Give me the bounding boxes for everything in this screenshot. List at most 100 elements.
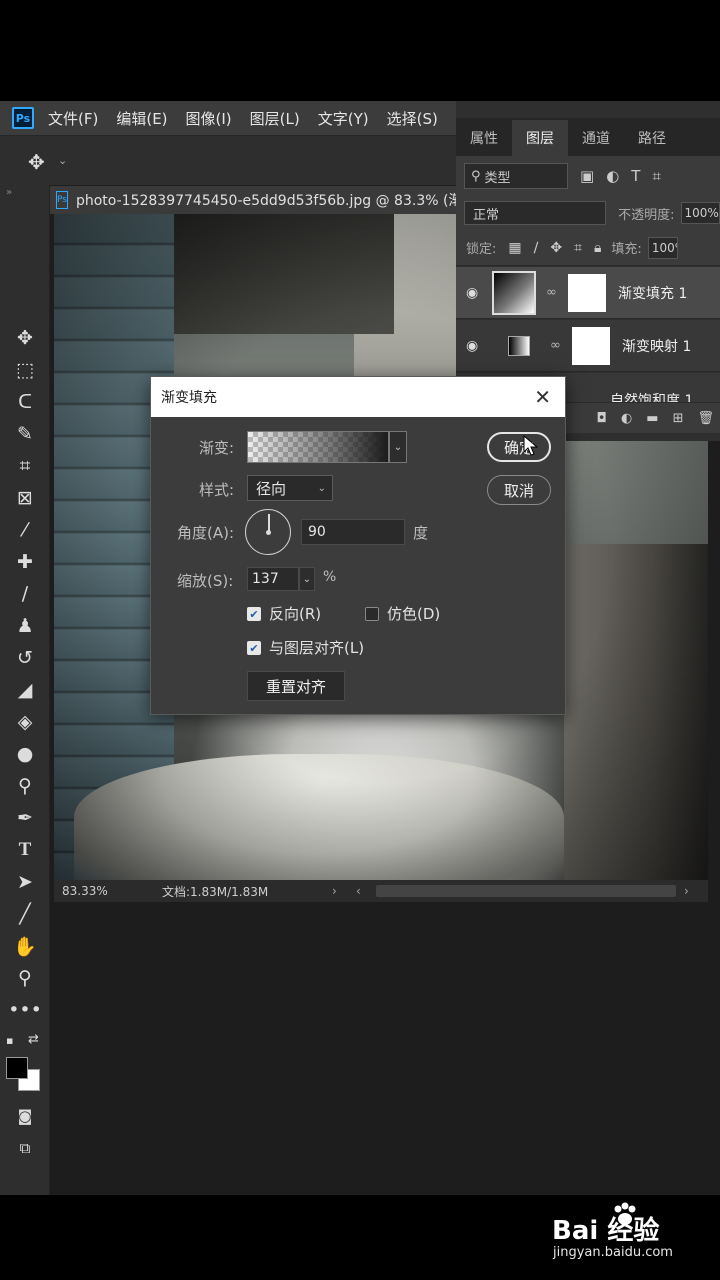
gradient-dropdown-icon[interactable]: ⌄ xyxy=(389,431,407,463)
lock-transparent-icon[interactable]: ▦ xyxy=(508,240,521,256)
eraser-icon[interactable]: ◢ xyxy=(10,677,40,703)
add-mask-icon[interactable]: ◘ xyxy=(597,411,607,426)
eye-icon[interactable]: ◉ xyxy=(466,338,484,354)
foreground-color-swatch[interactable] xyxy=(6,1057,28,1079)
angle-dial[interactable] xyxy=(245,509,291,555)
layer-row[interactable]: ◉ ∞ 渐变填充 1 xyxy=(456,267,720,319)
tab-paths[interactable]: 路径 xyxy=(624,120,680,156)
eyedropper-icon[interactable]: ⁄ xyxy=(10,517,40,543)
layer-mask-thumbnail[interactable] xyxy=(572,326,610,365)
zoom-icon[interactable]: ⚲ xyxy=(10,965,40,991)
pen-icon[interactable]: ✒ xyxy=(10,805,40,831)
layer-name: 自然饱和度 1 xyxy=(610,393,694,403)
lasso-icon[interactable]: ᑕ xyxy=(10,389,40,415)
angle-unit: 度 xyxy=(413,524,429,542)
document-tab[interactable]: Ps photo-1528397745450-e5dd9d53f56b.jpg … xyxy=(50,186,456,214)
type-filter-icon[interactable]: T xyxy=(631,167,640,185)
tab-layers[interactable]: 图层 xyxy=(512,120,568,156)
blur-icon[interactable]: ● xyxy=(10,741,40,767)
line-icon[interactable]: ╱ xyxy=(10,901,40,927)
menu-type[interactable]: 文字(Y) xyxy=(318,108,369,129)
blend-mode-select[interactable]: 正常 xyxy=(464,201,607,225)
crop-icon[interactable]: ⌗ xyxy=(10,453,40,479)
quick-select-icon[interactable]: ✎ xyxy=(10,421,40,447)
history-brush-icon[interactable]: ↺ xyxy=(10,645,40,671)
link-icon[interactable]: ∞ xyxy=(550,338,564,353)
new-layer-icon[interactable]: ⊞ xyxy=(673,411,684,426)
panel-tabs: 属性 图层 通道 路径 xyxy=(456,118,720,156)
link-icon[interactable]: ∞ xyxy=(546,285,560,300)
layer-mask-thumbnail[interactable] xyxy=(568,273,606,312)
dither-checkbox[interactable] xyxy=(365,607,379,621)
horizontal-scrollbar[interactable] xyxy=(376,885,676,897)
tab-properties[interactable]: 属性 xyxy=(456,120,512,156)
brush-icon[interactable]: ∕ xyxy=(10,581,40,607)
scroll-left-icon[interactable]: ‹ xyxy=(356,884,376,898)
clone-stamp-icon[interactable]: ♟ xyxy=(10,613,40,639)
align-with-layer-label[interactable]: 与图层对齐(L) xyxy=(269,637,364,658)
document-size: 文档:1.83M/1.83M xyxy=(162,884,269,899)
more-tools-icon[interactable]: ••• xyxy=(8,997,42,1023)
screen-mode-icon[interactable]: ⧉ xyxy=(10,1135,40,1161)
paint-bucket-icon[interactable]: ◈ xyxy=(10,709,40,735)
lock-all-icon[interactable]: 🔒︎ xyxy=(594,240,601,256)
scale-unit: % xyxy=(323,569,337,585)
style-label: 样式: xyxy=(199,481,235,499)
quick-mask-icon[interactable]: ◙ xyxy=(10,1103,40,1129)
chevron-down-icon: ⌄ xyxy=(317,482,326,494)
reverse-checkbox[interactable]: ✔ xyxy=(247,607,261,621)
opacity-input[interactable]: 100% xyxy=(680,202,720,224)
angle-input[interactable]: 90 xyxy=(301,519,405,545)
close-icon[interactable]: ✕ xyxy=(534,385,551,409)
ok-button[interactable]: 确定 xyxy=(487,432,551,462)
new-group-icon[interactable]: ▬ xyxy=(646,411,658,426)
dodge-icon[interactable]: ⚲ xyxy=(10,773,40,799)
lock-artboard-icon[interactable]: ⌗ xyxy=(574,240,582,256)
menu-image[interactable]: 图像(I) xyxy=(186,108,232,129)
default-colors-icon[interactable]: ▪ xyxy=(6,1034,13,1047)
zoom-level[interactable]: 83.33% xyxy=(62,884,162,898)
reverse-label[interactable]: 反向(R) xyxy=(269,603,321,624)
type-icon[interactable]: T xyxy=(10,837,40,863)
style-select[interactable]: 径向 ⌄ xyxy=(247,475,333,501)
lock-position-icon[interactable]: ✥ xyxy=(550,240,562,256)
mouse-cursor-icon xyxy=(523,435,539,456)
marquee-icon[interactable]: ⬚ xyxy=(10,357,40,383)
dither-label[interactable]: 仿色(D) xyxy=(387,603,440,624)
layer-row[interactable]: ◉ ∞ 渐变映射 1 xyxy=(456,320,720,372)
adjustment-filter-icon[interactable]: ◐ xyxy=(606,167,619,185)
gradient-preview[interactable] xyxy=(247,431,389,463)
scale-input[interactable]: 137 xyxy=(247,567,299,591)
eye-icon[interactable]: ◉ xyxy=(466,285,484,301)
reset-align-button[interactable]: 重置对齐 xyxy=(247,671,345,701)
pixel-filter-icon[interactable]: ▣ xyxy=(580,167,594,185)
status-menu-arrow-icon[interactable]: › xyxy=(332,884,356,898)
adjustment-layer-icon[interactable]: ◐ xyxy=(621,411,632,426)
swap-colors-icon[interactable]: ⇄ xyxy=(28,1032,39,1047)
move-tool-icon[interactable]: ✥ xyxy=(28,150,45,174)
align-with-layer-checkbox[interactable]: ✔ xyxy=(247,641,261,655)
move-icon[interactable]: ✥ xyxy=(10,325,40,351)
fill-input[interactable]: 100% xyxy=(647,236,678,259)
menu-edit[interactable]: 编辑(E) xyxy=(116,108,167,129)
shape-filter-icon[interactable]: ⌗ xyxy=(652,167,660,185)
tab-channels[interactable]: 通道 xyxy=(568,120,624,156)
trash-icon[interactable]: 🗑︎ xyxy=(697,411,714,426)
path-select-icon[interactable]: ➤ xyxy=(10,869,40,895)
menu-file[interactable]: 文件(F) xyxy=(48,108,98,129)
scale-dropdown-icon[interactable]: ⌄ xyxy=(299,567,315,591)
lock-image-icon[interactable]: ∕ xyxy=(534,240,539,256)
menu-select[interactable]: 选择(S) xyxy=(387,108,438,129)
menu-layer[interactable]: 图层(L) xyxy=(250,108,300,129)
cancel-button[interactable]: 取消 xyxy=(487,475,551,505)
dialog-titlebar[interactable]: 渐变填充 ✕ xyxy=(151,377,565,417)
chevron-down-icon[interactable]: ⌄ xyxy=(58,154,67,167)
hand-icon[interactable]: ✋ xyxy=(10,933,40,959)
watermark-url: jingyan.baidu.com xyxy=(553,1245,673,1260)
dialog-title: 渐变填充 xyxy=(161,390,217,406)
scroll-right-icon[interactable]: › xyxy=(684,884,689,898)
layer-filter-select[interactable]: ⚲ 类型 xyxy=(464,163,568,189)
frame-icon[interactable]: ⊠ xyxy=(10,485,40,511)
healing-brush-icon[interactable]: ✚ xyxy=(10,549,40,575)
panel-grip-icon[interactable]: » xyxy=(6,187,12,198)
